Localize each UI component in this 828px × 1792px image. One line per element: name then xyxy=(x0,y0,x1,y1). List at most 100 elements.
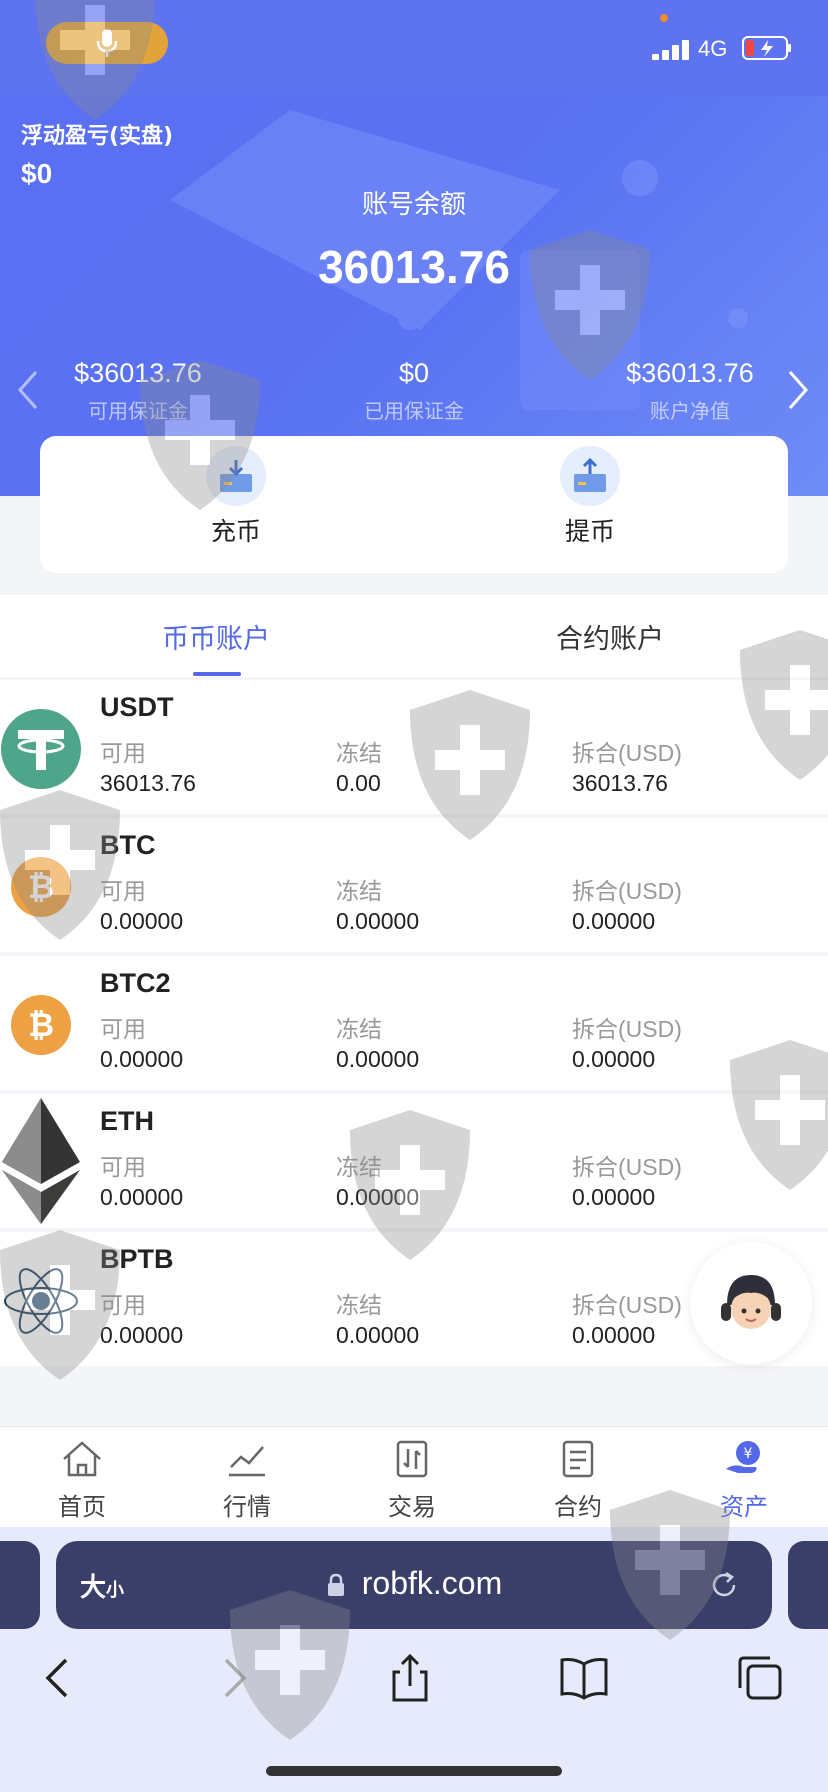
converted-value: 0.00000 xyxy=(572,1184,656,1210)
tab-spot-account[interactable]: 币币账户 xyxy=(66,617,366,656)
svg-text:¥: ¥ xyxy=(744,1446,753,1462)
frozen-value: 0.00000 xyxy=(336,1046,420,1072)
ethereum-icon xyxy=(2,1098,80,1224)
stat-value: $36013.76 xyxy=(626,358,754,388)
back-icon[interactable] xyxy=(30,1650,86,1706)
coin-name: USDT xyxy=(100,692,174,722)
signal-icon xyxy=(652,38,692,60)
nav-assets[interactable]: ¥ 资产 xyxy=(684,1439,804,1522)
headset-agent-icon xyxy=(721,1275,781,1329)
converted-value: 0.00000 xyxy=(572,1322,656,1348)
microphone-indicator xyxy=(46,22,168,64)
forward-icon[interactable] xyxy=(206,1650,262,1706)
home-indicator xyxy=(266,1766,562,1776)
frozen-label: 冻结 xyxy=(336,740,382,766)
stat-value: $0 xyxy=(398,358,430,388)
available-label: 可用 xyxy=(100,1016,146,1042)
svg-text:₿: ₿ xyxy=(28,868,54,906)
bitcoin-icon: ₿ xyxy=(11,857,71,917)
frozen-label: 冻结 xyxy=(336,1016,382,1042)
withdraw-icon xyxy=(560,446,620,506)
nav-label: 首页 xyxy=(58,1493,106,1521)
frozen-value: 0.00000 xyxy=(336,1322,420,1348)
converted-label: 拆合(USD) xyxy=(572,878,682,904)
asset-row-usdt[interactable]: USDT 可用 冻结 拆合(USD) 36013.76 0.00 36013.7… xyxy=(0,680,828,814)
frozen-value: 0.00000 xyxy=(336,908,420,934)
available-value: 0.00000 xyxy=(100,1184,184,1210)
trade-icon xyxy=(396,1440,428,1478)
balance-label: 账号余额 xyxy=(361,190,466,220)
converted-label: 拆合(USD) xyxy=(572,1292,682,1318)
stat-label: 已用保证金 xyxy=(364,399,464,423)
available-label: 可用 xyxy=(100,1154,146,1180)
balance-value: 36013.76 xyxy=(318,241,510,293)
svg-text:₿: ₿ xyxy=(28,1006,54,1044)
address-bar[interactable]: 大小 robfk.com xyxy=(56,1541,772,1629)
available-label: 可用 xyxy=(100,740,146,766)
previous-tab-preview[interactable] xyxy=(0,1541,40,1629)
assets-icon: ¥ xyxy=(726,1441,760,1473)
deposit-button[interactable]: 充币 xyxy=(136,446,336,548)
bookmarks-icon[interactable] xyxy=(556,1650,612,1706)
tether-icon xyxy=(1,709,81,789)
coin-name: ETH xyxy=(100,1106,154,1136)
floating-pnl-label: 浮动盈亏(实盘) xyxy=(21,124,174,149)
frozen-value: 0.00 xyxy=(336,770,381,796)
stat-label: 账户净值 xyxy=(650,399,730,423)
account-tabs: 币币账户 合约账户 xyxy=(0,595,828,677)
tabs-icon[interactable] xyxy=(732,1650,788,1706)
coin-name: BTC xyxy=(100,830,156,860)
tab-contract-account[interactable]: 合约账户 xyxy=(460,617,760,656)
asset-row-btc[interactable]: ₿ BTC 可用 冻结 拆合(USD) 0.00000 0.00000 0.00… xyxy=(0,818,828,952)
reload-icon[interactable] xyxy=(706,1567,742,1603)
contract-icon xyxy=(562,1440,594,1478)
available-value: 0.00000 xyxy=(100,1046,184,1072)
battery-icon xyxy=(742,36,791,60)
frozen-label: 冻结 xyxy=(336,1292,382,1318)
bottom-nav: 首页 行情 交易 合约 ¥ 资产 xyxy=(0,1426,828,1527)
available-label: 可用 xyxy=(100,878,146,904)
converted-value: 36013.76 xyxy=(572,770,668,796)
asset-row-eth[interactable]: ETH 可用 冻结 拆合(USD) 0.00000 0.00000 0.0000… xyxy=(0,1094,828,1228)
nav-label: 行情 xyxy=(223,1493,271,1521)
stat-used-margin: $0 已用保证金 xyxy=(294,358,534,424)
available-value: 36013.76 xyxy=(100,770,196,796)
frozen-label: 冻结 xyxy=(336,1154,382,1180)
customer-support-button[interactable] xyxy=(690,1242,812,1364)
converted-label: 拆合(USD) xyxy=(572,740,682,766)
stat-net-value: $36013.76 账户净值 xyxy=(570,358,810,424)
available-value: 0.00000 xyxy=(100,1322,184,1348)
frozen-label: 冻结 xyxy=(336,878,382,904)
converted-label: 拆合(USD) xyxy=(572,1016,682,1042)
atom-icon xyxy=(4,1268,78,1334)
chart-icon xyxy=(229,1446,265,1477)
stat-value: $36013.76 xyxy=(74,358,202,388)
nav-contract[interactable]: 合约 xyxy=(518,1439,638,1522)
action-card: 充币 提币 xyxy=(40,436,788,573)
nav-home[interactable]: 首页 xyxy=(22,1439,142,1522)
nav-label: 交易 xyxy=(388,1493,436,1521)
available-value: 0.00000 xyxy=(100,908,184,934)
share-icon[interactable] xyxy=(382,1650,438,1706)
privacy-dot xyxy=(660,14,668,22)
withdraw-button[interactable]: 提币 xyxy=(490,446,690,548)
asset-row-btc2[interactable]: ₿ BTC2 可用 冻结 拆合(USD) 0.00000 0.00000 0.0… xyxy=(0,956,828,1090)
coin-name: BTC2 xyxy=(100,968,171,998)
stat-label: 可用保证金 xyxy=(88,399,188,423)
deposit-label: 充币 xyxy=(210,517,261,546)
microphone-icon xyxy=(96,29,118,57)
deposit-icon xyxy=(206,446,266,506)
next-tab-preview[interactable] xyxy=(788,1541,828,1629)
network-type: 4G xyxy=(698,36,728,61)
stat-available-margin: $36013.76 可用保证金 xyxy=(18,358,258,424)
converted-value: 0.00000 xyxy=(572,908,656,934)
converted-value: 0.00000 xyxy=(572,1046,656,1072)
nav-trade[interactable]: 交易 xyxy=(352,1439,472,1522)
tab-active-indicator xyxy=(193,672,241,676)
nav-market[interactable]: 行情 xyxy=(187,1439,307,1522)
converted-label: 拆合(USD) xyxy=(572,1154,682,1180)
coin-name: BPTB xyxy=(100,1244,174,1274)
frozen-value: 0.00000 xyxy=(336,1184,420,1210)
url-text: robfk.com xyxy=(361,1565,503,1601)
nav-label: 合约 xyxy=(554,1493,602,1521)
